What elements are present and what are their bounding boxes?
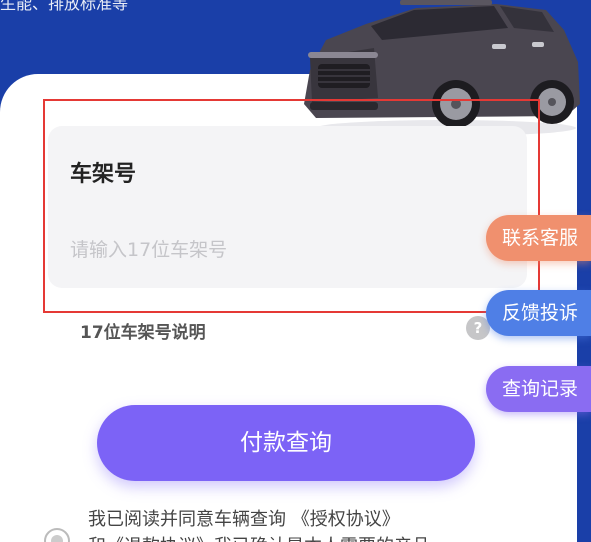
pay-query-button[interactable]: 付款查询 [97, 405, 475, 481]
agreement-text-line1: 我已阅读并同意车辆查询 《授权协议》 [88, 509, 400, 530]
vin-help-label[interactable]: 17位车架号说明 [80, 318, 206, 343]
vin-input[interactable] [70, 232, 490, 268]
vin-field-title: 车架号 [70, 162, 137, 187]
suv-car-image [304, 0, 580, 136]
feedback-complaint-button[interactable]: 反馈投诉 [486, 290, 591, 336]
contact-service-button[interactable]: 联系客服 [486, 215, 591, 261]
agreement-text-line2: 和《退款协议》我已确认是本人需要的产品 [88, 532, 430, 542]
query-records-button[interactable]: 查询记录 [486, 366, 591, 412]
header-partial-text: 生能、排放标准等 [0, 0, 129, 13]
